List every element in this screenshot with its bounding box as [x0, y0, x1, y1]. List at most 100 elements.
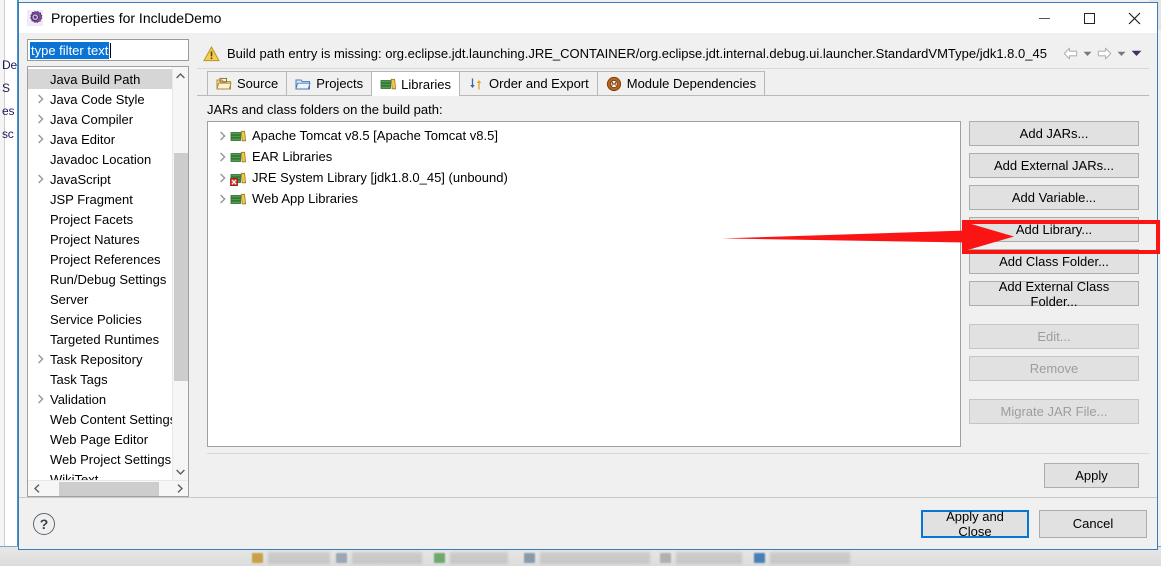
settings-tree-list: Java Build Path Java Code Style Java Compi… — [28, 67, 172, 480]
library-list-item[interactable]: EAR Libraries — [208, 146, 960, 167]
background-tab — [268, 552, 330, 564]
minimize-button[interactable] — [1022, 3, 1067, 33]
add-variable-button[interactable]: Add Variable... — [969, 185, 1139, 210]
tab-projects[interactable]: Projects — [286, 71, 373, 95]
sidebar-item-web-project-settings[interactable]: Web Project Settings — [28, 449, 172, 469]
tab-libraries[interactable]: Libraries — [371, 71, 461, 96]
library-list-item[interactable]: Apache Tomcat v8.5 [Apache Tomcat v8.5] — [208, 125, 960, 146]
filter-input[interactable]: type filter text — [27, 39, 189, 61]
chevron-right-icon[interactable] — [216, 151, 230, 162]
sidebar-item-java-compiler[interactable]: Java Compiler — [28, 109, 172, 129]
add-jars-button[interactable]: Add JARs... — [969, 121, 1139, 146]
forward-arrow-icon — [1097, 47, 1112, 60]
chevron-right-icon[interactable] — [34, 354, 48, 364]
sidebar-item-project-facets[interactable]: Project Facets — [28, 209, 172, 229]
button-gap — [969, 178, 1139, 185]
build-path-tabs[interactable]: Source Projects Libraries Order and Export M… — [197, 69, 1149, 96]
settings-detail-pane: Build path entry is missing: org.eclipse… — [197, 39, 1149, 497]
tab-source[interactable]: Source — [207, 71, 288, 95]
back-history-dropdown[interactable] — [1081, 44, 1094, 64]
sidebar-item-java-editor[interactable]: Java Editor — [28, 129, 172, 149]
library-list-item[interactable]: JRE System Library [jdk1.8.0_45] (unboun… — [208, 167, 960, 188]
tab-label: Order and Export — [489, 76, 589, 91]
sidebar-item-wikitext[interactable]: WikiText — [28, 469, 172, 481]
library-list-item[interactable]: Web App Libraries — [208, 188, 960, 209]
sidebar-item-run-debug-settings[interactable]: Run/Debug Settings — [28, 269, 172, 289]
chevron-right-icon[interactable] — [34, 174, 48, 184]
tab-order-and-export[interactable]: Order and Export — [459, 71, 598, 95]
background-tab-icon — [434, 553, 445, 563]
apply-and-close-button[interactable]: Apply and Close — [921, 509, 1029, 539]
sidebar-item-label: JSP Fragment — [50, 191, 133, 207]
sidebar-item-targeted-runtimes[interactable]: Targeted Runtimes — [28, 329, 172, 349]
chevron-right-icon[interactable] — [216, 172, 230, 183]
apply-row: Apply — [207, 453, 1149, 497]
view-menu-dropdown[interactable] — [1130, 44, 1143, 64]
sidebar-item-web-page-editor[interactable]: Web Page Editor — [28, 429, 172, 449]
add-class-folder-button[interactable]: Add Class Folder... — [969, 249, 1139, 274]
sidebar-item-label: Web Project Settings — [50, 451, 172, 467]
hscroll-track[interactable] — [45, 481, 171, 497]
add-library-button[interactable]: Add Library... — [969, 217, 1139, 242]
scroll-down-icon[interactable] — [173, 463, 189, 480]
settings-tree-vscrollbar[interactable] — [172, 67, 188, 480]
maximize-icon — [1084, 12, 1095, 24]
dialog-titlebar[interactable]: Properties for IncludeDemo — [19, 3, 1157, 33]
sidebar-item-javadoc-location[interactable]: Javadoc Location — [28, 149, 172, 169]
chevron-right-icon[interactable] — [34, 134, 48, 144]
sidebar-item-web-content-settings[interactable]: Web Content Settings — [28, 409, 172, 429]
chevron-right-icon[interactable] — [34, 94, 48, 104]
libraries-list[interactable]: Apache Tomcat v8.5 [Apache Tomcat v8.5] E… — [207, 121, 961, 447]
settings-tree[interactable]: Java Build Path Java Code Style Java Compi… — [27, 66, 189, 497]
button-gap — [969, 349, 1139, 356]
chevron-right-icon[interactable] — [216, 130, 230, 141]
background-tab — [540, 552, 650, 564]
sidebar-item-java-build-path[interactable]: Java Build Path — [28, 69, 172, 89]
library-item-label: Web App Libraries — [252, 191, 358, 206]
help-icon[interactable]: ? — [33, 512, 55, 535]
migrate-jar-file-button: Migrate JAR File... — [969, 399, 1139, 424]
back-button[interactable] — [1062, 44, 1079, 64]
maximize-button[interactable] — [1067, 3, 1112, 33]
apply-button[interactable]: Apply — [1044, 463, 1139, 488]
library-books-icon — [230, 128, 247, 144]
background-tab-icon — [524, 553, 535, 563]
sidebar-item-project-natures[interactable]: Project Natures — [28, 229, 172, 249]
button-gap — [969, 381, 1139, 399]
scroll-left-icon[interactable] — [28, 481, 45, 497]
sidebar-item-javascript[interactable]: JavaScript — [28, 169, 172, 189]
add-external-class-folder-button[interactable]: Add External Class Folder... — [969, 279, 1139, 309]
chevron-right-icon[interactable] — [34, 394, 48, 404]
forward-history-dropdown[interactable] — [1115, 44, 1128, 64]
sidebar-item-server[interactable]: Server — [28, 289, 172, 309]
sidebar-item-jsp-fragment[interactable]: JSP Fragment — [28, 189, 172, 209]
forward-button[interactable] — [1096, 44, 1113, 64]
tab-module-dependencies[interactable]: Module Dependencies — [596, 71, 766, 95]
scroll-up-icon[interactable] — [173, 67, 189, 84]
scroll-right-icon[interactable] — [171, 481, 188, 497]
sidebar-item-task-tags[interactable]: Task Tags — [28, 369, 172, 389]
add-external-jars-button[interactable]: Add External JARs... — [969, 153, 1139, 178]
chevron-down-icon — [1083, 51, 1092, 56]
vscroll-thumb[interactable] — [173, 153, 188, 381]
libraries-books-icon — [380, 76, 397, 92]
library-item-label: EAR Libraries — [252, 149, 333, 164]
sidebar-item-task-repository[interactable]: Task Repository — [28, 349, 172, 369]
message-bar: Build path entry is missing: org.eclipse… — [197, 39, 1149, 69]
settings-tree-hscrollbar[interactable] — [28, 480, 188, 496]
vscroll-track[interactable] — [173, 84, 189, 463]
sidebar-item-validation[interactable]: Validation — [28, 389, 172, 409]
chevron-right-icon[interactable] — [34, 114, 48, 124]
hscroll-thumb[interactable] — [59, 481, 159, 496]
sidebar-item-java-code-style[interactable]: Java Code Style — [28, 89, 172, 109]
close-icon — [1128, 12, 1141, 24]
cancel-button[interactable]: Cancel — [1039, 509, 1147, 538]
sidebar-item-project-references[interactable]: Project References — [28, 249, 172, 269]
close-button[interactable] — [1112, 3, 1157, 33]
libraries-action-buttons: Add JARs... Add External JARs... Add Varia… — [969, 121, 1149, 447]
button-gap — [969, 242, 1139, 249]
libraries-tab-content: JARs and class folders on the build path… — [197, 96, 1149, 497]
chevron-right-icon[interactable] — [216, 193, 230, 204]
background-text-fragment: De — [2, 58, 17, 72]
sidebar-item-service-policies[interactable]: Service Policies — [28, 309, 172, 329]
